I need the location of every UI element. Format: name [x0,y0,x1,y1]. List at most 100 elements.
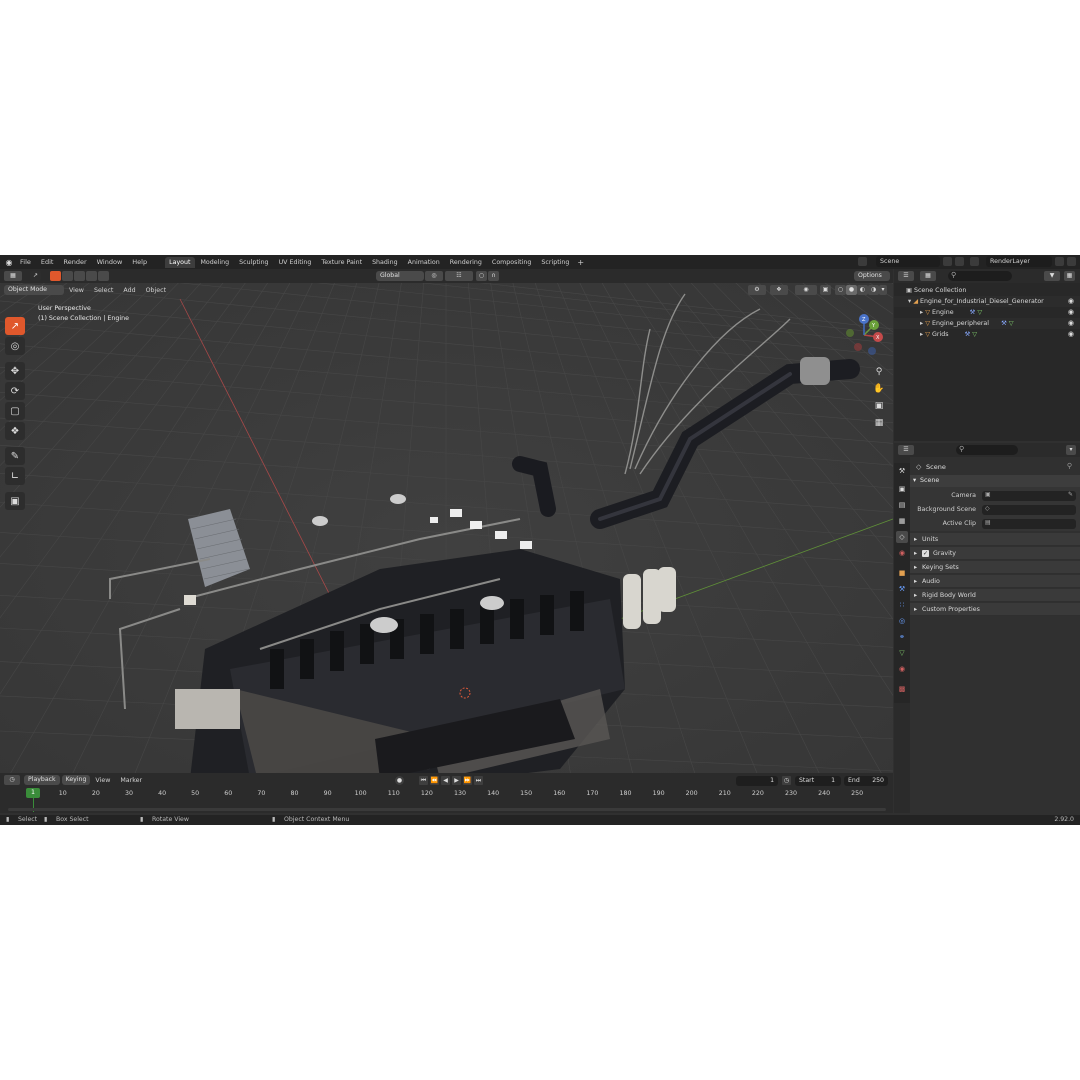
options-dropdown[interactable]: Options [854,271,890,281]
rigid-body-world-panel[interactable]: ▸ Rigid Body World [910,589,1080,602]
tab-layout[interactable]: Layout [165,256,195,268]
add-cube-tool-icon[interactable]: ▣ [5,492,25,510]
gravity-panel[interactable]: ▸ ✓ Gravity [910,547,1080,560]
scene-icon[interactable] [858,257,867,266]
prev-keyframe-icon[interactable]: ⏪ [430,776,439,785]
tab-uv-editing[interactable]: UV Editing [275,257,316,268]
menu-render[interactable]: Render [58,255,91,269]
data-tab-icon[interactable]: ▽ [896,647,908,659]
viewport-menu-view[interactable]: View [64,287,89,294]
rotate-tool-icon[interactable]: ⟳ [5,382,25,400]
eye-icon[interactable]: ◉ [1068,296,1074,307]
modifier-tab-icon[interactable]: ⚒ [896,583,908,595]
properties-options-icon[interactable]: ▾ [1066,445,1076,455]
viewport-menu-add[interactable]: Add [118,287,140,294]
render-tab-icon[interactable]: ▣ [896,483,908,495]
gravity-checkbox[interactable]: ✓ [922,550,929,557]
view-layer-selector[interactable]: RenderLayer [986,256,1052,267]
measure-tool-icon[interactable]: ∟ [5,467,25,485]
outliner-editor-type-icon[interactable]: ☰ [898,271,914,281]
delete-view-layer-icon[interactable] [1067,257,1076,266]
timeline-scrollbar[interactable] [8,808,886,811]
play-icon[interactable]: ▶ [452,776,461,785]
3d-viewport[interactable]: ▦ ↗ Global ◎ ☷ ○ ∩ Options Object Mode V… [0,269,893,773]
menu-help[interactable]: Help [127,255,152,269]
transform-tool-icon[interactable]: ❖ [5,422,25,440]
proportional-edit-icon[interactable]: ○ [476,271,487,281]
camera-view-icon[interactable]: ▣ [872,399,886,413]
falloff-icon[interactable]: ∩ [488,271,499,281]
move-tool-icon[interactable]: ✥ [5,362,25,380]
object-mode-dropdown[interactable]: Object Mode [4,285,64,295]
timeline-editor-type-icon[interactable]: ◷ [4,775,20,785]
object-tab-icon[interactable]: ■ [896,567,908,579]
tab-texture-paint[interactable]: Texture Paint [317,257,366,268]
ortho-grid-icon[interactable]: ▦ [872,416,886,430]
shading-wireframe-icon[interactable]: ○ [835,285,846,295]
timeline-view-menu[interactable]: View [90,777,115,784]
annotate-tool-icon[interactable]: ✎ [5,447,25,465]
scene-panel-header[interactable]: ▾ Scene [910,475,1080,487]
active-clip-field[interactable]: ▤ [982,519,1076,529]
select-new-icon[interactable] [50,271,61,281]
editor-type-icon[interactable]: ▦ [4,271,22,281]
play-reverse-icon[interactable]: ◀ [441,776,450,785]
playback-menu[interactable]: Playback [24,775,60,785]
units-panel[interactable]: ▸ Units [910,533,1080,546]
properties-editor-type-icon[interactable]: ☰ [898,445,914,455]
marker-menu[interactable]: Marker [115,777,147,784]
view-layer-tab-icon[interactable]: ▦ [896,515,908,527]
select-invert-icon[interactable] [86,271,97,281]
keying-sets-panel[interactable]: ▸ Keying Sets [910,561,1080,574]
visibility-icon[interactable]: ⚙ [748,285,766,295]
select-intersect-icon[interactable] [98,271,109,281]
display-mode-icon[interactable]: ▦ [920,271,936,281]
current-frame-field[interactable]: 1 [736,776,778,786]
select-extend-icon[interactable] [62,271,73,281]
particles-tab-icon[interactable]: ∷ [896,599,908,611]
shading-material-icon[interactable]: ◐ [857,285,868,295]
new-scene-icon[interactable] [943,257,952,266]
menu-file[interactable]: File [15,255,36,269]
properties-search-input[interactable]: ⚲ [956,445,1018,455]
tab-shading[interactable]: Shading [368,257,402,268]
camera-field[interactable]: ▣ ✎ [982,491,1076,501]
delete-scene-icon[interactable] [955,257,964,266]
texture-tab-icon[interactable]: ▩ [896,683,908,695]
snap-icon[interactable]: ☷ [445,271,473,281]
tab-compositing[interactable]: Compositing [488,257,535,268]
jump-end-icon[interactable]: ⏭ [474,776,483,785]
tab-rendering[interactable]: Rendering [446,257,486,268]
custom-properties-panel[interactable]: ▸ Custom Properties [910,603,1080,616]
overlay-toggle-icon[interactable]: ◉ [795,285,817,295]
select-subtract-icon[interactable] [74,271,85,281]
zoom-icon[interactable]: ⚲ [872,365,886,379]
start-frame-field[interactable]: Start 1 [795,776,841,786]
gizmo-toggle-icon[interactable]: ❖ [770,285,788,295]
navigation-gizmo[interactable]: X Y Z [838,309,890,361]
viewport-menu-select[interactable]: Select [89,287,118,294]
pivot-point-icon[interactable]: ◎ [425,271,443,281]
eye-icon[interactable]: ◉ [1068,329,1074,340]
tab-scripting[interactable]: Scripting [537,257,573,268]
outliner-row-engine-peripheral[interactable]: ▸ ▽ Engine_peripheral ⚒ ▽ ◉ [894,318,1080,329]
menu-window[interactable]: Window [92,255,128,269]
scale-tool-icon[interactable]: ▢ [5,402,25,420]
playhead-frame-badge[interactable]: 1 [26,788,40,798]
audio-panel[interactable]: ▸ Audio [910,575,1080,588]
viewport-menu-object[interactable]: Object [141,287,172,294]
material-tab-icon[interactable]: ◉ [896,663,908,675]
select-box-tool-icon[interactable]: ↗ [5,317,25,335]
blender-logo-icon[interactable]: ◉ [3,255,15,269]
transform-orientation-dropdown[interactable]: Global [376,271,424,281]
next-keyframe-icon[interactable]: ⏩ [463,776,472,785]
end-frame-field[interactable]: End 250 [844,776,888,786]
jump-start-icon[interactable]: ⏮ [419,776,428,785]
physics-tab-icon[interactable]: ◎ [896,615,908,627]
outliner-row-engine[interactable]: ▸ ▽ Engine ⚒ ▽ ◉ [894,307,1080,318]
new-collection-icon[interactable]: ▦ [1064,271,1075,281]
shading-rendered-icon[interactable]: ◑ [868,285,879,295]
shading-solid-icon[interactable]: ● [846,285,857,295]
constraints-tab-icon[interactable]: ⚭ [896,631,908,643]
timeline-ruler[interactable]: 10 20 30 40 50 60 70 80 90 100 110 120 130 140 150 160 1… [0,788,893,800]
